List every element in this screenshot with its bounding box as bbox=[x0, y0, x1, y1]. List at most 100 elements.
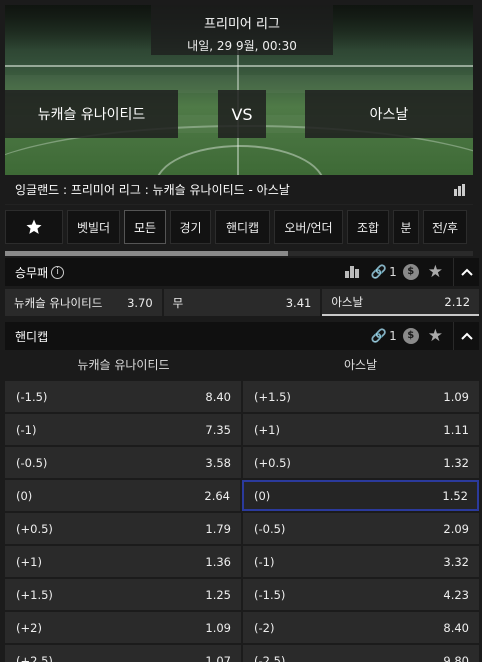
chevron-up-icon bbox=[460, 332, 473, 340]
handicap-line: (+1.5) bbox=[16, 587, 53, 602]
handicap-odds: 3.58 bbox=[205, 455, 231, 470]
cashout-icon[interactable]: $ bbox=[402, 328, 419, 344]
stats-icon[interactable] bbox=[344, 266, 359, 278]
selection-label: 뉴캐슬 유나이티드 bbox=[14, 295, 103, 310]
odds-button-away[interactable]: (+1) 1.11 bbox=[243, 414, 479, 445]
odds-button-home[interactable]: (-1.5) 8.40 bbox=[5, 381, 241, 412]
odds-button-home[interactable]: (+2) 1.09 bbox=[5, 612, 241, 643]
handicap-line: (-1) bbox=[16, 422, 37, 437]
vs-label: VS bbox=[218, 90, 266, 138]
tab-over-under[interactable]: 오버/언더 bbox=[274, 210, 343, 244]
handicap-odds: 8.40 bbox=[443, 620, 469, 635]
odds-button-draw[interactable]: 무 3.41 bbox=[163, 289, 321, 316]
tab-half[interactable]: 전/후 bbox=[423, 210, 467, 244]
handicap-line: (+0.5) bbox=[16, 521, 53, 536]
table-row: (+1.5) 1.25 (-1.5) 4.23 bbox=[5, 579, 479, 610]
moneyline-row: 뉴캐슬 유나이티드 3.70 무 3.41 아스날 2.12 bbox=[5, 289, 480, 316]
handicap-odds: 1.36 bbox=[205, 554, 231, 569]
odds-button-away[interactable]: (-1) 3.32 bbox=[243, 546, 479, 577]
breadcrumb: 잉글랜드 : 프리미어 리그 : 뉴캐슬 유나이티드 - 아스날 bbox=[5, 175, 473, 205]
table-row: (+2.5) 1.07 (-2.5) 9.80 bbox=[5, 645, 479, 662]
handicap-line: (-2) bbox=[254, 620, 275, 635]
handicap-rows: (-1.5) 8.40 (+1.5) 1.09 (-1) 7.35 (+1) 1.11 (-0.… bbox=[5, 381, 479, 662]
tab-combo[interactable]: 조합 bbox=[347, 210, 389, 244]
handicap-line: (-0.5) bbox=[254, 521, 286, 536]
odds-button-home[interactable]: (+1) 1.36 bbox=[5, 546, 241, 577]
tab-match[interactable]: 경기 bbox=[170, 210, 211, 244]
selection-label: 아스날 bbox=[331, 294, 364, 309]
handicap-odds: 2.64 bbox=[204, 488, 230, 503]
column-home: 뉴캐슬 유나이티드 bbox=[77, 358, 170, 372]
favorite-star-icon[interactable]: ★ bbox=[428, 326, 443, 346]
odds-button-away[interactable]: (-0.5) 2.09 bbox=[243, 513, 479, 544]
odds-button-away[interactable]: (-2) 8.40 bbox=[243, 612, 479, 643]
collapse-button[interactable] bbox=[453, 258, 479, 286]
selection-label: 무 bbox=[172, 295, 184, 310]
odds-button-away[interactable]: (0) 1.52 bbox=[242, 480, 479, 511]
handicap-line: (-0.5) bbox=[16, 455, 48, 470]
handicap-odds: 1.07 bbox=[205, 653, 231, 662]
tab-favorites[interactable] bbox=[5, 210, 63, 244]
odds-button-away[interactable]: (-2.5) 9.80 bbox=[243, 645, 479, 662]
selection-odds: 3.41 bbox=[285, 295, 312, 310]
match-title-box: 프리미어 리그 내일, 29 9월, 00:30 bbox=[151, 5, 333, 55]
handicap-line: (+1) bbox=[16, 554, 42, 569]
away-team: 아스날 bbox=[305, 90, 473, 138]
handicap-line: (-1) bbox=[254, 554, 275, 569]
handicap-header[interactable]: 핸디캡 🔗 1 $ ★ bbox=[5, 322, 479, 350]
odds-button-away[interactable]: (-1.5) 4.23 bbox=[243, 579, 479, 610]
tab-minutes[interactable]: 분 bbox=[393, 210, 419, 244]
pitch-line bbox=[5, 65, 473, 67]
link-icon[interactable]: 🔗 bbox=[371, 329, 387, 344]
table-row: (+1) 1.36 (-1) 3.32 bbox=[5, 546, 479, 577]
handicap-odds: 1.79 bbox=[205, 521, 231, 536]
scrollbar-thumb[interactable] bbox=[5, 251, 288, 256]
tab-betbuilder[interactable]: 벳빌더 bbox=[67, 210, 120, 244]
handicap-line: (+2) bbox=[16, 620, 42, 635]
favorite-star-icon[interactable]: ★ bbox=[428, 262, 443, 282]
handicap-odds: 3.32 bbox=[443, 554, 469, 569]
info-icon[interactable]: i bbox=[51, 265, 65, 279]
table-row: (-0.5) 3.58 (+0.5) 1.32 bbox=[5, 447, 479, 478]
handicap-odds: 2.09 bbox=[443, 521, 469, 536]
tab-all[interactable]: 모든 bbox=[124, 210, 166, 244]
column-away: 아스날 bbox=[343, 358, 378, 372]
handicap-odds: 1.25 bbox=[205, 587, 231, 602]
odds-button-away[interactable]: (+1.5) 1.09 bbox=[243, 381, 479, 412]
cashout-icon[interactable]: $ bbox=[402, 264, 419, 280]
chevron-up-icon bbox=[460, 268, 473, 276]
odds-button-home[interactable]: (-0.5) 3.58 bbox=[5, 447, 241, 478]
collapse-button[interactable] bbox=[453, 322, 479, 350]
odds-button-home[interactable]: (+0.5) 1.79 bbox=[5, 513, 241, 544]
odds-button-home[interactable]: (+2.5) 1.07 bbox=[5, 645, 241, 662]
handicap-odds: 1.52 bbox=[442, 488, 468, 503]
odds-button-away[interactable]: (+0.5) 1.32 bbox=[243, 447, 479, 478]
handicap-odds: 1.09 bbox=[205, 620, 231, 635]
stats-icon[interactable] bbox=[454, 184, 467, 196]
odds-button-home[interactable]: 뉴캐슬 유나이티드 3.70 bbox=[5, 289, 162, 316]
table-row: (+2) 1.09 (-2) 8.40 bbox=[5, 612, 479, 643]
link-icon[interactable]: 🔗 bbox=[371, 265, 387, 280]
selection-odds: 2.12 bbox=[444, 294, 471, 309]
handicap-line: (+1) bbox=[254, 422, 280, 437]
market-tabs: 벳빌더 모든 경기 핸디캡 오버/언더 조합 분 전/후 bbox=[5, 210, 473, 246]
match-time: 내일, 29 9월, 00:30 bbox=[187, 39, 297, 53]
tabs-scrollbar[interactable] bbox=[5, 251, 473, 256]
handicap-line: (-1.5) bbox=[254, 587, 286, 602]
handicap-column-headers: 뉴캐슬 유나이티드 아스날 bbox=[5, 351, 479, 379]
table-row: (+0.5) 1.79 (-0.5) 2.09 bbox=[5, 513, 479, 544]
handicap-odds: 8.40 bbox=[205, 389, 231, 404]
handicap-line: (+0.5) bbox=[254, 455, 291, 470]
odds-button-home[interactable]: (+1.5) 1.25 bbox=[5, 579, 241, 610]
handicap-odds: 7.35 bbox=[205, 422, 231, 437]
table-row: (-1) 7.35 (+1) 1.11 bbox=[5, 414, 479, 445]
star-icon bbox=[26, 219, 42, 234]
moneyline-header[interactable]: 승무패 i 🔗 1 $ ★ bbox=[5, 258, 479, 286]
handicap-title: 핸디캡 bbox=[15, 329, 49, 344]
handicap-odds: 1.09 bbox=[443, 389, 469, 404]
tab-handicap[interactable]: 핸디캡 bbox=[215, 210, 270, 244]
odds-button-home[interactable]: (-1) 7.35 bbox=[5, 414, 241, 445]
handicap-tools: 🔗 1 $ ★ bbox=[371, 322, 479, 350]
odds-button-home[interactable]: (0) 2.64 bbox=[5, 480, 240, 511]
odds-button-away[interactable]: 아스날 2.12 bbox=[322, 289, 480, 316]
